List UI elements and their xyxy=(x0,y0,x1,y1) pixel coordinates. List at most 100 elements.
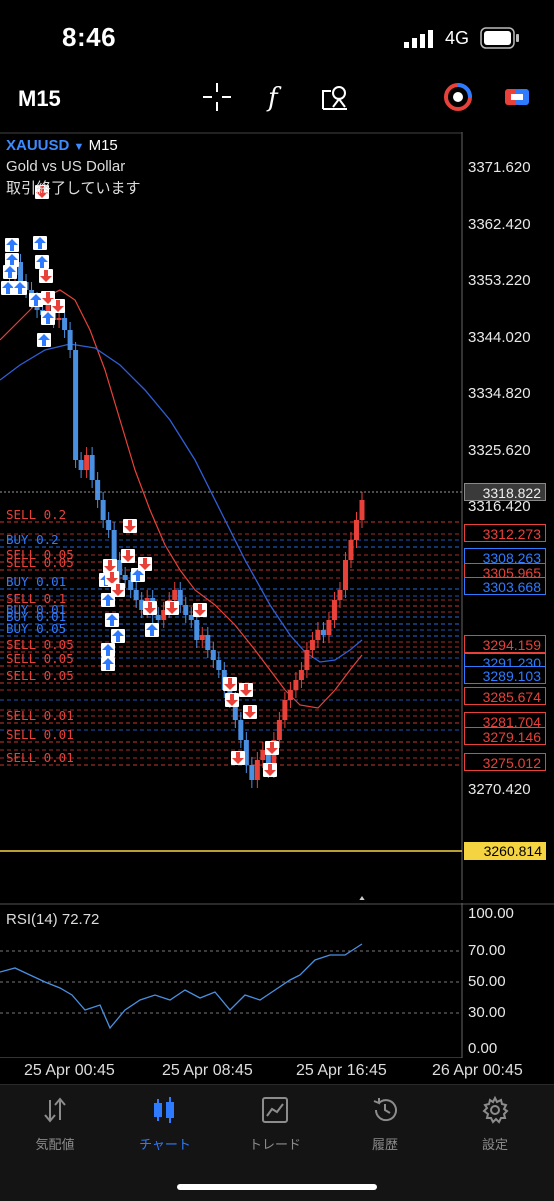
sell-order-label[interactable]: SELL 0.01 xyxy=(6,727,74,742)
buy-arrow-icon[interactable] xyxy=(13,281,27,295)
buy-arrow-icon[interactable] xyxy=(1,281,15,295)
sell-arrow-icon[interactable] xyxy=(263,763,277,777)
sell-order-label[interactable]: SELL 0.01 xyxy=(6,750,74,765)
sell-order-label[interactable]: SELL 0.05 xyxy=(6,555,74,570)
timeframe-selector[interactable]: M15 xyxy=(18,86,61,112)
account-switch-icon[interactable] xyxy=(500,80,534,114)
alert-price-tag[interactable]: 3260.814 xyxy=(464,842,546,860)
sell-arrow-icon[interactable] xyxy=(121,549,135,563)
sell-arrow-icon[interactable] xyxy=(51,299,65,313)
candle-body xyxy=(353,520,359,540)
price-axis-label: 3362.420 xyxy=(468,215,531,233)
one-click-trading-icon[interactable] xyxy=(441,80,475,114)
candle-body xyxy=(67,330,73,350)
quotes-arrows-icon xyxy=(44,1097,66,1123)
home-indicator xyxy=(177,1184,377,1190)
sell-order-label[interactable]: SELL 0.05 xyxy=(6,637,74,652)
candle-body xyxy=(84,455,90,470)
sell-order-label[interactable]: SELL 0.01 xyxy=(6,708,74,723)
price-axis-label: 3325.620 xyxy=(468,441,531,459)
symbol-timeframe: M15 xyxy=(88,137,118,154)
buy-order-label[interactable]: BUY 0.2 xyxy=(6,532,59,547)
candle-body xyxy=(100,500,106,520)
crosshair-icon[interactable] xyxy=(200,80,234,114)
sell-arrow-icon[interactable] xyxy=(111,583,125,597)
symbol-name[interactable]: XAUUSD xyxy=(6,137,69,154)
buy-arrow-icon[interactable] xyxy=(3,265,17,279)
buy-price-tag[interactable]: 3289.103 xyxy=(464,666,546,685)
price-axis-label: 3344.020 xyxy=(468,328,531,346)
buy-arrow-icon[interactable] xyxy=(5,253,19,267)
symbol-description: Gold vs US Dollar xyxy=(6,158,126,175)
symbol-dropdown-icon[interactable]: ▼ xyxy=(74,141,85,153)
buy-arrow-icon[interactable] xyxy=(33,236,47,250)
buy-price-tag[interactable]: 3303.668 xyxy=(464,576,546,595)
sell-price-tag[interactable]: 3275.012 xyxy=(464,752,546,771)
candle-body xyxy=(106,520,112,530)
candle-body xyxy=(205,635,211,650)
current-price-tag: 3318.822 xyxy=(464,483,546,501)
sell-arrow-icon[interactable] xyxy=(193,603,207,617)
candle-body xyxy=(348,540,354,560)
candle-body xyxy=(133,590,139,600)
candle-body xyxy=(95,480,101,500)
sell-arrow-icon[interactable] xyxy=(103,559,117,573)
sell-price-tag[interactable]: 3312.273 xyxy=(464,523,546,542)
buy-order-label[interactable]: BUY 0.05 xyxy=(6,621,66,636)
indicator-f-icon[interactable]: f xyxy=(258,80,292,114)
signal-bars-icon xyxy=(404,30,433,48)
sell-price-tag[interactable]: 3279.146 xyxy=(464,727,546,746)
sell-order-label[interactable]: SELL 0.05 xyxy=(6,651,74,666)
nav-quotes[interactable]: 気配値 xyxy=(0,1095,110,1153)
nav-label: 履歴 xyxy=(371,1137,398,1152)
buy-arrow-icon[interactable] xyxy=(145,623,159,637)
candle-body xyxy=(56,318,62,320)
sell-arrow-icon[interactable] xyxy=(223,677,237,691)
candle-body xyxy=(62,318,68,330)
buy-arrow-icon[interactable] xyxy=(111,629,125,643)
buy-arrow-icon[interactable] xyxy=(105,613,119,627)
candle-body xyxy=(216,660,222,670)
price-axis-label: 3334.820 xyxy=(468,385,531,403)
rsi-axis-label: 100.00 xyxy=(468,905,514,922)
candle-body xyxy=(276,720,282,740)
sell-arrow-icon[interactable] xyxy=(243,705,257,719)
symbol-header[interactable]: XAUUSD ▼ M15 xyxy=(6,137,118,154)
buy-arrow-icon[interactable] xyxy=(29,293,43,307)
sell-arrow-icon[interactable] xyxy=(231,751,245,765)
sell-arrow-icon[interactable] xyxy=(39,269,53,283)
objects-icon[interactable] xyxy=(318,80,352,114)
sell-price-tag[interactable]: 3285.674 xyxy=(464,687,546,706)
sell-arrow-icon[interactable] xyxy=(123,519,137,533)
sell-price-tag[interactable]: 3294.159 xyxy=(464,635,546,654)
gear-icon xyxy=(482,1095,509,1124)
buy-arrow-icon[interactable] xyxy=(101,657,115,671)
nav-trade[interactable]: トレード xyxy=(220,1095,330,1153)
sell-arrow-icon[interactable] xyxy=(143,601,157,615)
sell-arrow-icon[interactable] xyxy=(239,683,253,697)
sell-arrow-icon[interactable] xyxy=(265,741,279,755)
sell-arrow-icon[interactable] xyxy=(105,571,119,585)
candle-body xyxy=(331,600,337,620)
buy-arrow-icon[interactable] xyxy=(41,311,55,325)
buy-arrow-icon[interactable] xyxy=(35,255,49,269)
nav-history[interactable]: 履歴 xyxy=(330,1095,440,1153)
nav-chart[interactable]: チャート xyxy=(110,1095,220,1153)
candle-body xyxy=(298,670,304,680)
candle-body xyxy=(315,630,321,640)
nav-settings[interactable]: 設定 xyxy=(440,1095,550,1153)
sell-order-label[interactable]: SELL 0.2 xyxy=(6,507,66,522)
buy-order-label[interactable]: BUY 0.01 xyxy=(6,574,66,589)
candle-body xyxy=(342,560,348,590)
buy-arrow-icon[interactable] xyxy=(5,238,19,252)
sell-arrow-icon[interactable] xyxy=(225,693,239,707)
candle-body xyxy=(183,605,189,615)
sell-order-label[interactable]: SELL 0.05 xyxy=(6,668,74,683)
buy-arrow-icon[interactable] xyxy=(37,333,51,347)
rsi-axis-label: 0.00 xyxy=(468,1040,498,1057)
candle-body xyxy=(194,620,200,640)
sell-arrow-icon[interactable] xyxy=(138,557,152,571)
buy-arrow-icon[interactable] xyxy=(101,643,115,657)
sell-arrow-icon[interactable] xyxy=(165,601,179,615)
candle-body xyxy=(304,650,310,670)
